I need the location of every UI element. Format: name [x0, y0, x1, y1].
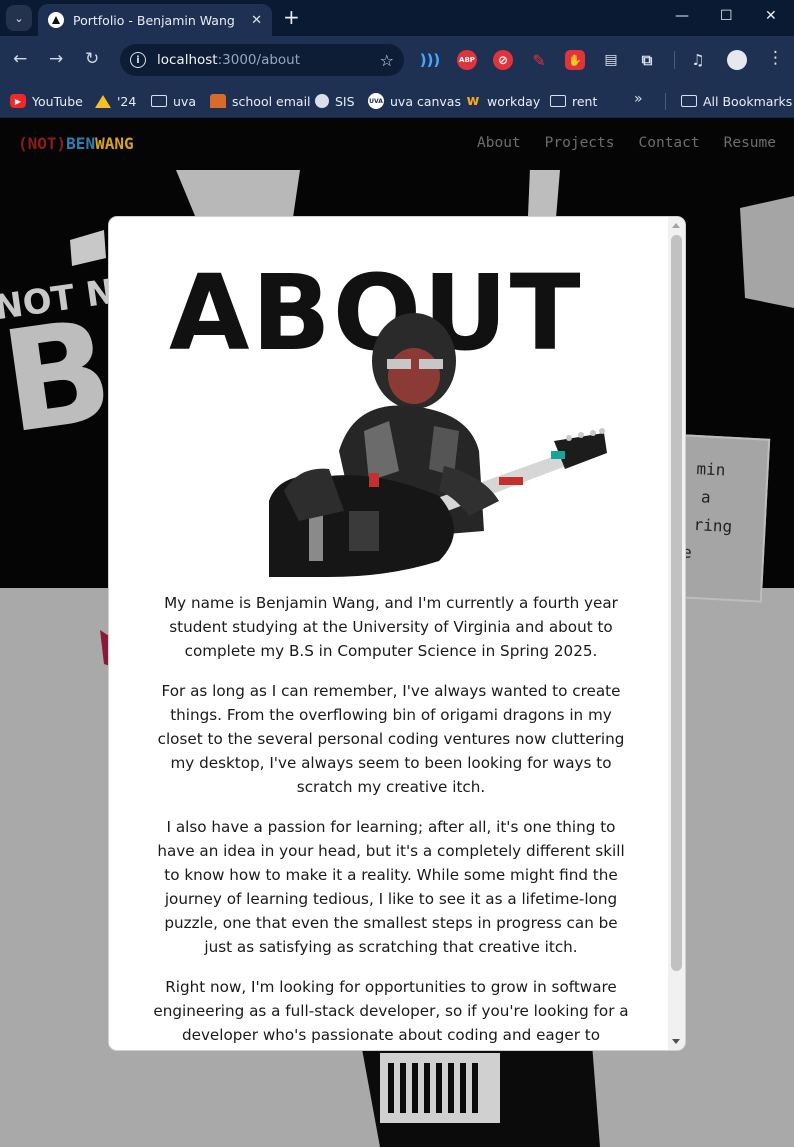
workday-icon: w — [466, 93, 480, 109]
bookmark-star-icon[interactable]: ☆ — [380, 51, 394, 70]
folder-icon — [681, 95, 697, 107]
back-arrow-icon[interactable]: ← — [13, 50, 27, 68]
document-icon[interactable]: ▤ — [601, 50, 621, 70]
about-paragraph: Right now, I'm looking for opportunities… — [153, 978, 629, 1044]
reload-icon[interactable]: ↻ — [85, 50, 99, 68]
toolbar-divider — [674, 51, 675, 69]
bookmark-label: '24 — [117, 93, 137, 109]
bookmark-label: YouTube — [32, 93, 83, 109]
bookmark-workday[interactable]: w workday — [465, 91, 541, 111]
adblock-plus-icon[interactable]: ABP — [457, 50, 477, 70]
background-big-letter: B — [0, 289, 122, 466]
bookmarks-divider — [665, 93, 666, 110]
nav-projects-link[interactable]: Projects — [545, 135, 615, 151]
close-window-icon[interactable]: ✕ — [765, 8, 777, 24]
card-line: e — [681, 542, 693, 562]
browser-tab-active[interactable]: Portfolio - Benjamin Wang ✕ — [38, 4, 272, 36]
puzzle-icon[interactable]: ⧉ — [637, 50, 657, 70]
url-path: :3000/about — [217, 52, 301, 68]
browser-toolbar: ← → ↻ i localhost:3000/about ☆ ))) ABP ⊘… — [0, 36, 794, 84]
modal-scrollbar[interactable] — [668, 217, 685, 1050]
forward-arrow-icon[interactable]: → — [49, 50, 63, 68]
bookmark-label: school email — [232, 93, 311, 109]
bookmark-label: uva — [173, 93, 196, 109]
minimize-icon[interactable]: — — [675, 8, 689, 24]
logo-wang: WANG — [95, 134, 134, 153]
logo-ben: BEN — [66, 134, 96, 153]
tab-title: Portfolio - Benjamin Wang — [73, 12, 235, 28]
wave-icon[interactable]: ))) — [420, 50, 441, 70]
all-bookmarks-label: All Bookmarks — [703, 93, 793, 109]
bookmark-youtube[interactable]: ▶ YouTube — [10, 91, 83, 111]
pen-icon[interactable]: ✎ — [529, 50, 549, 70]
about-hero: ABOUT — [109, 217, 668, 577]
google-drive-icon — [95, 94, 111, 108]
tab-search-button[interactable]: ⌄ — [6, 5, 32, 31]
nav-resume-link[interactable]: Resume — [724, 135, 776, 151]
about-paragraph: For as long as I can remember, I've alwa… — [157, 682, 625, 796]
card-line: ring — [693, 514, 733, 536]
bookmark-label: rent — [572, 93, 598, 109]
logo-not: (NOT) — [18, 134, 67, 153]
block-icon[interactable]: ⊘ — [493, 50, 513, 70]
about-modal[interactable]: ABOUT My name is Benjamin Wang, and I'm … — [109, 217, 685, 1050]
more-bookmarks-icon[interactable]: » — [634, 91, 643, 107]
guitarist-collage-image — [269, 313, 607, 577]
globe-icon — [315, 94, 329, 108]
bookmark-label: SIS — [335, 93, 355, 109]
site-favicon-icon — [48, 12, 64, 28]
site-info-icon[interactable]: i — [130, 52, 146, 68]
new-tab-icon[interactable]: + — [283, 6, 300, 28]
site-nav-links: About Projects Contact Resume — [477, 135, 776, 151]
site-logo[interactable]: (NOT)BENWANG — [18, 134, 134, 153]
school-icon — [210, 94, 226, 108]
browser-menu-icon[interactable]: ⋮ — [767, 48, 784, 68]
bookmark-rent[interactable]: rent — [550, 91, 597, 111]
browser-tab-bar: ⌄ Portfolio - Benjamin Wang ✕ + — ☐ ✕ — [0, 0, 794, 36]
card-line: min — [696, 459, 726, 480]
nav-contact-link[interactable]: Contact — [639, 135, 700, 151]
scroll-down-arrow-icon[interactable] — [672, 1039, 680, 1044]
all-bookmarks[interactable]: All Bookmarks — [681, 91, 792, 111]
bookmark-label: uva canvas — [390, 93, 461, 109]
card-line: a — [700, 487, 712, 507]
maximize-icon[interactable]: ☐ — [720, 8, 733, 24]
site-navbar: (NOT)BENWANG About Projects Contact Resu… — [0, 118, 794, 170]
scrollbar-thumb[interactable] — [671, 235, 682, 971]
about-paragraph: My name is Benjamin Wang, and I'm curren… — [164, 594, 618, 660]
tab-close-icon[interactable]: ✕ — [251, 13, 262, 28]
profile-avatar[interactable] — [727, 50, 747, 70]
uva-icon: UVA — [368, 93, 384, 109]
about-text: My name is Benjamin Wang, and I'm curren… — [153, 591, 629, 1050]
folder-icon — [550, 95, 566, 107]
nav-about-link[interactable]: About — [477, 135, 521, 151]
page-viewport: NOT NO B min a ring e (NOT)BENWANG About… — [0, 118, 794, 1147]
youtube-icon: ▶ — [10, 94, 26, 108]
folder-icon — [151, 95, 167, 107]
media-icon[interactable]: ♫ — [688, 50, 708, 70]
scroll-up-arrow-icon[interactable] — [672, 223, 680, 228]
bookmark-label: workday — [487, 93, 541, 109]
bookmarks-bar: ▶ YouTube '24 uva school email SIS UVA uva… — [0, 84, 794, 118]
ublock-icon[interactable]: ✋ — [565, 50, 585, 70]
bookmark-sis[interactable]: SIS — [315, 91, 355, 111]
about-paragraph: I also have a passion for learning; afte… — [157, 818, 625, 956]
address-bar[interactable]: i localhost:3000/about ☆ — [120, 44, 404, 76]
bookmark-school-email[interactable]: school email — [210, 91, 311, 111]
bookmark-uva-canvas[interactable]: UVA uva canvas — [368, 91, 461, 111]
bookmark-24[interactable]: '24 — [95, 91, 136, 111]
bookmark-uva-folder[interactable]: uva — [151, 91, 196, 111]
url-host: localhost — [157, 52, 218, 68]
